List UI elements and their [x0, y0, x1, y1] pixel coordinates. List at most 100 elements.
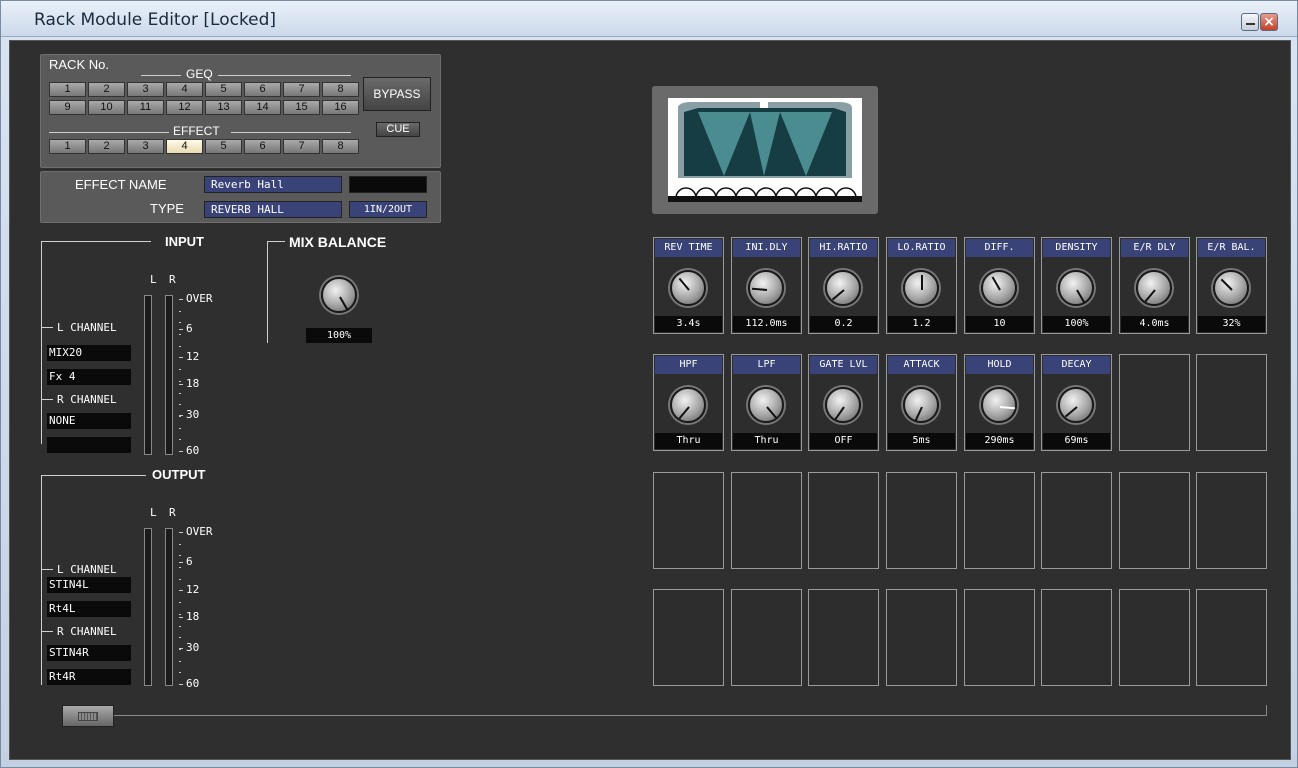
- close-icon[interactable]: ×: [1260, 13, 1278, 31]
- param-knob[interactable]: [825, 270, 861, 306]
- mix-balance-knob[interactable]: [321, 277, 357, 313]
- param-cell: LO.RATIO 1.2: [886, 237, 957, 334]
- output-scale-minor-tick: [179, 532, 181, 533]
- input-l-source-2[interactable]: Fx 4: [47, 369, 131, 385]
- param-cell: [1119, 354, 1190, 451]
- param-value: Thru: [655, 433, 722, 449]
- effect-button-6[interactable]: 6: [244, 139, 281, 154]
- geq-button-9[interactable]: 9: [49, 100, 86, 115]
- geq-button-6[interactable]: 6: [244, 82, 281, 97]
- effect-button-5[interactable]: 5: [205, 139, 242, 154]
- output-scale-label: 12: [186, 582, 200, 596]
- mix-balance-title: MIX BALANCE: [289, 234, 387, 250]
- geq-button-4[interactable]: 4: [166, 82, 203, 97]
- bypass-button[interactable]: BYPASS: [363, 77, 431, 111]
- output-l-dest-1[interactable]: STIN4L: [47, 577, 131, 593]
- input-scale-minor-tick: [179, 345, 181, 347]
- param-label: E/R DLY: [1121, 239, 1188, 257]
- cue-button[interactable]: CUE: [376, 122, 420, 137]
- param-cell: HPF Thru: [653, 354, 724, 451]
- output-scale-minor-tick: [179, 660, 181, 662]
- geq-button-2[interactable]: 2: [88, 82, 125, 97]
- param-value: 69ms: [1043, 433, 1110, 449]
- knob-pointer: [921, 275, 923, 290]
- input-scale-minor-tick: [179, 451, 181, 452]
- input-r-source-2[interactable]: [47, 437, 131, 453]
- input-scale-label: 18: [186, 377, 200, 391]
- output-scale-label: 18: [186, 610, 200, 624]
- param-knob[interactable]: [670, 270, 706, 306]
- geq-button-12[interactable]: 12: [166, 100, 203, 115]
- param-label: ATTACK: [888, 356, 955, 374]
- input-l-source-1[interactable]: MIX20: [47, 345, 131, 361]
- param-knob[interactable]: [825, 387, 861, 423]
- geq-button-10[interactable]: 10: [88, 100, 125, 115]
- input-scale-minor-tick: [179, 392, 181, 394]
- knob-pointer: [1144, 289, 1156, 303]
- geq-button-8[interactable]: 8: [322, 82, 359, 97]
- param-knob[interactable]: [981, 270, 1017, 306]
- geq-button-7[interactable]: 7: [283, 82, 320, 97]
- knob-pointer: [834, 406, 845, 420]
- effect-button-1[interactable]: 1: [49, 139, 86, 154]
- param-knob[interactable]: [670, 387, 706, 423]
- geq-button-13[interactable]: 13: [205, 100, 242, 115]
- param-knob[interactable]: [903, 387, 939, 423]
- param-knob[interactable]: [1136, 270, 1172, 306]
- param-cell: [1196, 354, 1267, 451]
- param-cell: INI.DLY 112.0ms: [731, 237, 802, 334]
- input-title: INPUT: [165, 234, 204, 249]
- output-scale-minor-tick: [179, 625, 181, 627]
- input-scale-tick: [179, 384, 183, 386]
- geq-button-3[interactable]: 3: [127, 82, 164, 97]
- param-knob[interactable]: [1058, 270, 1094, 306]
- title-bar[interactable]: Rack Module Editor [Locked] ×: [1, 1, 1297, 37]
- param-knob[interactable]: [1213, 270, 1249, 306]
- input-scale-label: 12: [186, 349, 200, 363]
- scroll-thumb-icon[interactable]: [62, 705, 114, 727]
- output-scale-minor-tick: [179, 602, 181, 604]
- input-r-source-1[interactable]: NONE: [47, 413, 131, 429]
- geq-button-16[interactable]: 16: [322, 100, 359, 115]
- param-knob[interactable]: [748, 387, 784, 423]
- effect-button-4[interactable]: 4: [166, 139, 203, 154]
- output-r-meter: [165, 528, 173, 686]
- knob-pointer: [914, 406, 923, 422]
- param-knob[interactable]: [903, 270, 939, 306]
- output-r-dest-2[interactable]: Rt4R: [47, 669, 131, 685]
- param-value: 100%: [1043, 316, 1110, 332]
- effect-button-8[interactable]: 8: [322, 139, 359, 154]
- geq-button-11[interactable]: 11: [127, 100, 164, 115]
- minimize-icon[interactable]: [1241, 13, 1259, 31]
- param-knob[interactable]: [1058, 387, 1094, 423]
- window: Rack Module Editor [Locked] × RACK No. G…: [0, 0, 1298, 768]
- editor-panel: RACK No. GEQ EFFECT BYPASS CUE 123456789…: [9, 40, 1291, 760]
- output-scale-minor-tick: [179, 684, 181, 685]
- input-scale-minor-tick: [179, 310, 181, 312]
- geq-button-15[interactable]: 15: [283, 100, 320, 115]
- param-cell: [653, 589, 724, 686]
- output-l-channel-label: L CHANNEL: [57, 563, 117, 576]
- geq-button-1[interactable]: 1: [49, 82, 86, 97]
- effect-button-3[interactable]: 3: [127, 139, 164, 154]
- param-cell: [808, 589, 879, 686]
- effect-name-field[interactable]: Reverb Hall: [204, 176, 342, 193]
- param-value: 4.0ms: [1121, 316, 1188, 332]
- param-cell: DECAY 69ms: [1041, 354, 1112, 451]
- knob-pointer: [999, 406, 1016, 410]
- output-scale-minor-tick: [179, 555, 181, 557]
- geq-button-5[interactable]: 5: [205, 82, 242, 97]
- geq-button-14[interactable]: 14: [244, 100, 281, 115]
- effect-button-7[interactable]: 7: [283, 139, 320, 154]
- output-scale-tick: [179, 562, 183, 564]
- input-l-meter: [144, 295, 152, 455]
- output-scale-tick: [179, 617, 183, 619]
- effect-label: EFFECT: [173, 124, 220, 138]
- param-knob[interactable]: [748, 270, 784, 306]
- param-value: 112.0ms: [733, 316, 800, 332]
- param-knob[interactable]: [981, 387, 1017, 423]
- effect-button-2[interactable]: 2: [88, 139, 125, 154]
- output-r-dest-1[interactable]: STIN4R: [47, 645, 131, 661]
- output-l-dest-2[interactable]: Rt4L: [47, 601, 131, 617]
- param-value: 3.4s: [655, 316, 722, 332]
